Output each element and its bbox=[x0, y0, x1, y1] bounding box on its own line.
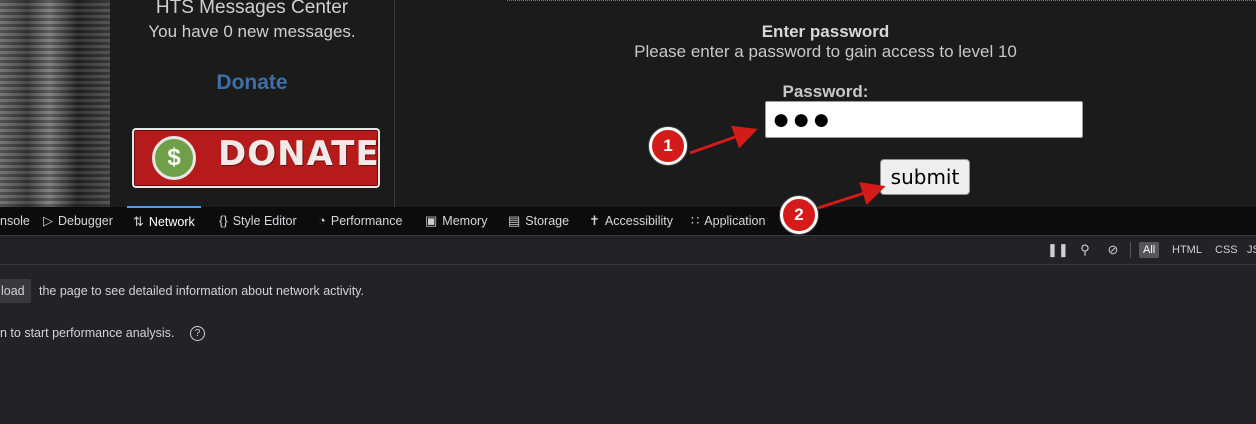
memory-icon: ▣ bbox=[425, 213, 438, 228]
tab-console-label: nsole bbox=[0, 214, 30, 228]
tab-memory[interactable]: ▣ Memory bbox=[425, 207, 487, 235]
network-icon: ⇅ bbox=[133, 214, 144, 229]
reload-message: the page to see detailed information abo… bbox=[39, 284, 364, 298]
tab-style-editor[interactable]: {} Style Editor bbox=[219, 207, 297, 235]
messages-count: You have 0 new messages. bbox=[148, 22, 356, 41]
password-input[interactable]: ●●● bbox=[765, 101, 1083, 138]
annotation-marker-2: 2 bbox=[780, 196, 818, 234]
help-icon[interactable]: ? bbox=[190, 326, 205, 341]
tab-storage[interactable]: ▤ Storage bbox=[508, 207, 569, 235]
performance-icon: ◔ bbox=[318, 213, 326, 228]
network-toolbar: ❚❚ ⚲ ⊘ All HTML CSS JS bbox=[0, 236, 1256, 265]
clear-icon[interactable]: ⊘ bbox=[1103, 240, 1123, 260]
reload-button[interactable]: load bbox=[0, 279, 31, 303]
tab-performance-label: Performance bbox=[330, 214, 403, 228]
performance-message: n to start performance analysis. bbox=[0, 326, 175, 340]
side-background-image bbox=[0, 0, 110, 207]
filter-html[interactable]: HTML bbox=[1168, 242, 1206, 258]
tab-network[interactable]: ⇅ Network bbox=[127, 206, 201, 236]
tab-application[interactable]: ∷ Application bbox=[691, 207, 765, 235]
annotation-marker-1: 1 bbox=[649, 127, 687, 165]
tab-network-label: Network bbox=[148, 215, 195, 229]
tab-console[interactable]: nsole bbox=[0, 207, 30, 235]
donate-link[interactable]: Donate bbox=[110, 71, 394, 95]
left-sidebar: HTS Messages Center You have 0 new messa… bbox=[110, 0, 395, 207]
filter-js[interactable]: JS bbox=[1243, 242, 1256, 258]
tab-style-editor-label: Style Editor bbox=[232, 214, 297, 228]
enter-password-description: Please enter a password to gain access t… bbox=[634, 42, 1017, 61]
filter-css[interactable]: CSS bbox=[1211, 242, 1242, 258]
tab-application-label: Application bbox=[704, 214, 766, 228]
password-form: Enter password Please enter a password t… bbox=[395, 0, 1256, 207]
messages-center-title: HTS Messages Center bbox=[155, 0, 349, 18]
network-panel: load the page to see detailed informatio… bbox=[0, 265, 1256, 424]
application-icon: ∷ bbox=[691, 213, 700, 228]
dollar-coin-icon: $ bbox=[152, 136, 196, 180]
filter-all[interactable]: All bbox=[1139, 242, 1160, 258]
password-label: Password: bbox=[782, 82, 869, 101]
search-icon[interactable]: ⚲ bbox=[1075, 240, 1095, 260]
accessibility-icon: ✝ bbox=[589, 213, 600, 228]
donate-button-label: DONATE bbox=[218, 134, 380, 174]
tab-debugger-label: Debugger bbox=[58, 214, 113, 228]
storage-icon: ▤ bbox=[508, 213, 521, 228]
website-viewport: HTS Messages Center You have 0 new messa… bbox=[0, 0, 1256, 207]
tab-accessibility[interactable]: ✝ Accessibility bbox=[589, 207, 673, 235]
tab-accessibility-label: Accessibility bbox=[604, 214, 673, 228]
submit-button[interactable]: submit bbox=[880, 159, 970, 195]
tab-storage-label: Storage bbox=[525, 214, 570, 228]
toolbar-divider bbox=[1130, 242, 1131, 258]
devtools-tab-bar: nsole ▷ Debugger ⇅ Network {} Style Editor … bbox=[0, 206, 1256, 236]
pause-icon[interactable]: ❚❚ bbox=[1047, 240, 1069, 260]
donate-button[interactable]: $ DONATE bbox=[132, 128, 380, 188]
tab-debugger[interactable]: ▷ Debugger bbox=[43, 207, 113, 235]
tab-memory-label: Memory bbox=[442, 214, 488, 228]
debugger-icon: ▷ bbox=[43, 213, 53, 228]
tab-performance[interactable]: ◔ Performance bbox=[318, 207, 402, 235]
style-editor-icon: {} bbox=[219, 213, 228, 228]
enter-password-title: Enter password bbox=[761, 22, 890, 41]
